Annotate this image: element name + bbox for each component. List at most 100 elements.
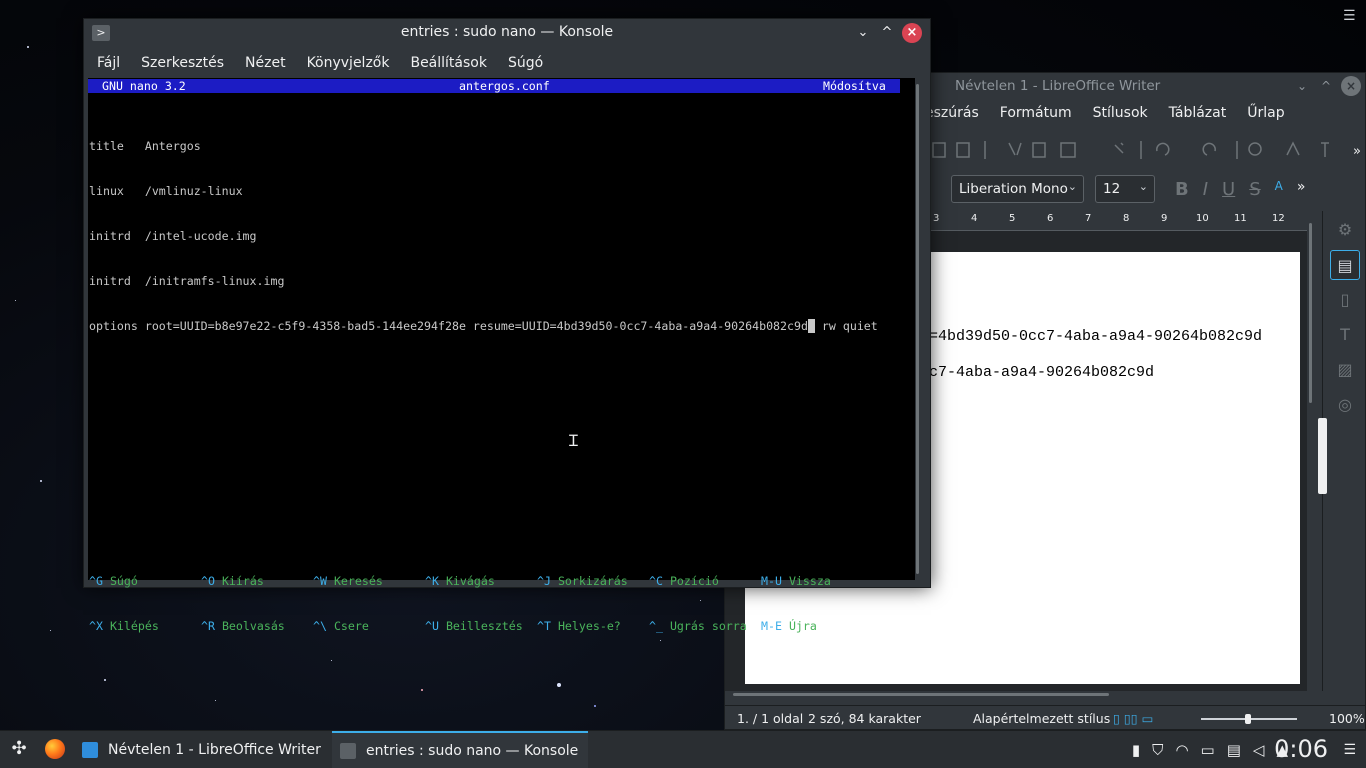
shortcut-row: ^G Súgó ^O Kiírás ^W Keresés ^K Kivágás … [89,574,873,589]
document-text-line: c7-4aba-a9a4-90264b082c9d [929,364,1155,381]
horizontal-scrollbar[interactable] [733,691,1303,699]
shortcut-row: ^X Kilépés ^R Beolvasás ^\ Csere ^U Beil… [89,619,873,634]
ruler-tick: 11 [1234,213,1247,224]
ruler-tick: 4 [971,213,978,224]
buffer-line: linux /vmlinuz-linux [89,184,243,198]
star [15,300,16,301]
export-pdf-icon [932,142,946,158]
menu-settings[interactable]: Beállítások [410,55,487,71]
menu-format[interactable]: Formátum [1000,105,1072,121]
chevron-down-icon: ⌄ [1138,180,1148,193]
close-icon[interactable]: × [902,23,922,43]
styles-icon[interactable]: T [1330,320,1360,350]
page-icon[interactable]: ▯ [1330,285,1360,315]
properties-icon[interactable]: ▤ [1330,250,1360,280]
ruler-tick: 9 [1161,213,1168,224]
konsole-window: > entries : sudo nano — Konsole ⌄ ^ × Fá… [83,18,931,633]
bold-icon[interactable]: B [1175,179,1189,200]
konsole-titlebar[interactable]: > entries : sudo nano — Konsole ⌄ ^ × [84,19,930,49]
wifi-icon[interactable]: ◠ [1175,741,1188,759]
taskbar: ✣ Névtelen 1 - LibreOffice Writer entrie… [0,730,1366,768]
sidebar-collapse-handle[interactable] [1318,418,1327,494]
usb-device-icon[interactable]: ▮ [1132,741,1140,759]
gallery-icon[interactable]: ▨ [1330,355,1360,385]
volume-icon[interactable]: ◁ [1253,741,1265,759]
menu-styles[interactable]: Stílusok [1093,105,1148,121]
star [27,46,29,48]
writer-window-title: Névtelen 1 - LibreOffice Writer [955,78,1161,94]
zoom-slider-handle[interactable] [1245,714,1251,724]
shortcut-justify: ^J Sorkizárás [537,574,628,588]
shortcut-read-file: ^R Beolvasás [201,619,285,633]
shortcut-paste: ^U Beillesztés [425,619,523,633]
menu-bookmarks[interactable]: Könyvjelzők [307,55,390,71]
buffer-line: initrd /intel-ucode.img [89,229,257,243]
find-icon [1248,142,1262,156]
underline-icon[interactable]: U [1222,179,1235,200]
writer-statusbar: 1. / 1 oldal 2 szó, 84 karakter Alapérte… [725,705,1366,731]
options-text: options root=UUID=b8e97e22-c5f9-4358-bad… [89,319,808,333]
terminal-area[interactable]: GNU nano 3.2 antergos.conf Módosítva tit… [88,78,916,633]
chevron-down-icon[interactable]: ⌄ [1293,77,1311,95]
font-name-select[interactable]: Liberation Mono ⌄ [951,175,1084,203]
shortcut-where-is: ^W Keresés [313,574,383,588]
terminal-scrollbar[interactable] [915,78,921,580]
menu-view[interactable]: Nézet [245,55,286,71]
star [421,689,423,691]
shortcut-undo: M-U Vissza [761,574,831,588]
font-size-select[interactable]: 12 ⌄ [1095,175,1155,203]
vertical-scrollbar[interactable] [1307,213,1317,683]
nano-buffer[interactable]: title Antergos linux /vmlinuz-linux init… [89,109,878,364]
clock[interactable]: 0:06 [1274,735,1328,763]
page-style[interactable]: Alapértelmezett stílus [973,711,1110,726]
star [40,480,42,482]
shortcut-exit: ^X Kilépés [89,619,159,633]
redo-icon [1202,142,1216,156]
italic-icon[interactable]: I [1203,179,1208,200]
nano-version: GNU nano 3.2 [102,79,186,93]
battery-icon[interactable]: ▭ [1201,741,1215,759]
nano-filename: antergos.conf [459,79,550,93]
horizontal-ruler[interactable]: 3 4 5 6 7 8 9 10 11 12 [931,211,1307,231]
menu-table[interactable]: Táblázat [1169,105,1227,121]
clipboard-icon[interactable]: ▤ [1227,741,1241,759]
konsole-menubar: Fájl Szerkesztés Nézet Könyvjelzők Beáll… [97,55,543,71]
close-icon[interactable]: × [1341,76,1361,96]
shield-icon[interactable]: ⛉ [1152,741,1163,759]
task-writer[interactable]: Névtelen 1 - LibreOffice Writer [80,731,330,768]
spelling-icon [1286,141,1300,156]
shortcut-redo: M-E Újra [761,619,817,633]
shortcut-write-out: ^O Kiírás [201,574,264,588]
strikethrough-icon[interactable]: S [1249,179,1260,200]
zoom-level[interactable]: 100% [1329,711,1365,726]
writer-sidebar: ⚙ ▤ ▯ T ▨ ◎ [1322,211,1366,691]
task-konsole[interactable]: entries : sudo nano — Konsole [332,731,588,768]
superscript-icon[interactable]: A [1275,179,1283,200]
menu-help[interactable]: Súgó [508,55,543,71]
star [104,679,106,681]
navigator-icon[interactable]: ◎ [1330,390,1360,420]
menu-insert[interactable]: eszúrás [925,105,979,121]
application-launcher-icon[interactable]: ✣ [8,738,30,760]
paste-icon [1060,142,1076,158]
star [215,700,216,701]
star [557,683,561,687]
page-count[interactable]: 1. / 1 oldal [737,711,803,726]
menu-edit[interactable]: Szerkesztés [141,55,224,71]
formatting-toolbar: Liberation Mono ⌄ 12 ⌄ B I U S A » [925,175,1365,205]
menu-file[interactable]: Fájl [97,55,120,71]
desktop-menu-icon[interactable]: ☰ [1343,8,1356,24]
firefox-icon[interactable] [45,739,65,759]
maximize-icon[interactable]: ^ [1317,77,1335,95]
panel-settings-icon[interactable]: ☰ [1343,742,1356,758]
chevron-down-icon: ⌄ [1067,180,1077,193]
chevron-down-icon[interactable]: ⌄ [854,24,872,42]
font-name-value: Liberation Mono [959,181,1068,197]
maximize-icon[interactable]: ^ [878,24,896,42]
view-layout-icon[interactable]: ▯ ▯▯ ▭ [1113,711,1153,726]
toolbar-overflow-icon[interactable]: » [1297,179,1306,200]
menu-form[interactable]: Űrlap [1247,105,1284,121]
libreoffice-writer-icon [82,742,98,758]
word-count[interactable]: 2 szó, 84 karakter [808,711,921,726]
sidebar-settings-icon[interactable]: ⚙ [1330,215,1360,245]
